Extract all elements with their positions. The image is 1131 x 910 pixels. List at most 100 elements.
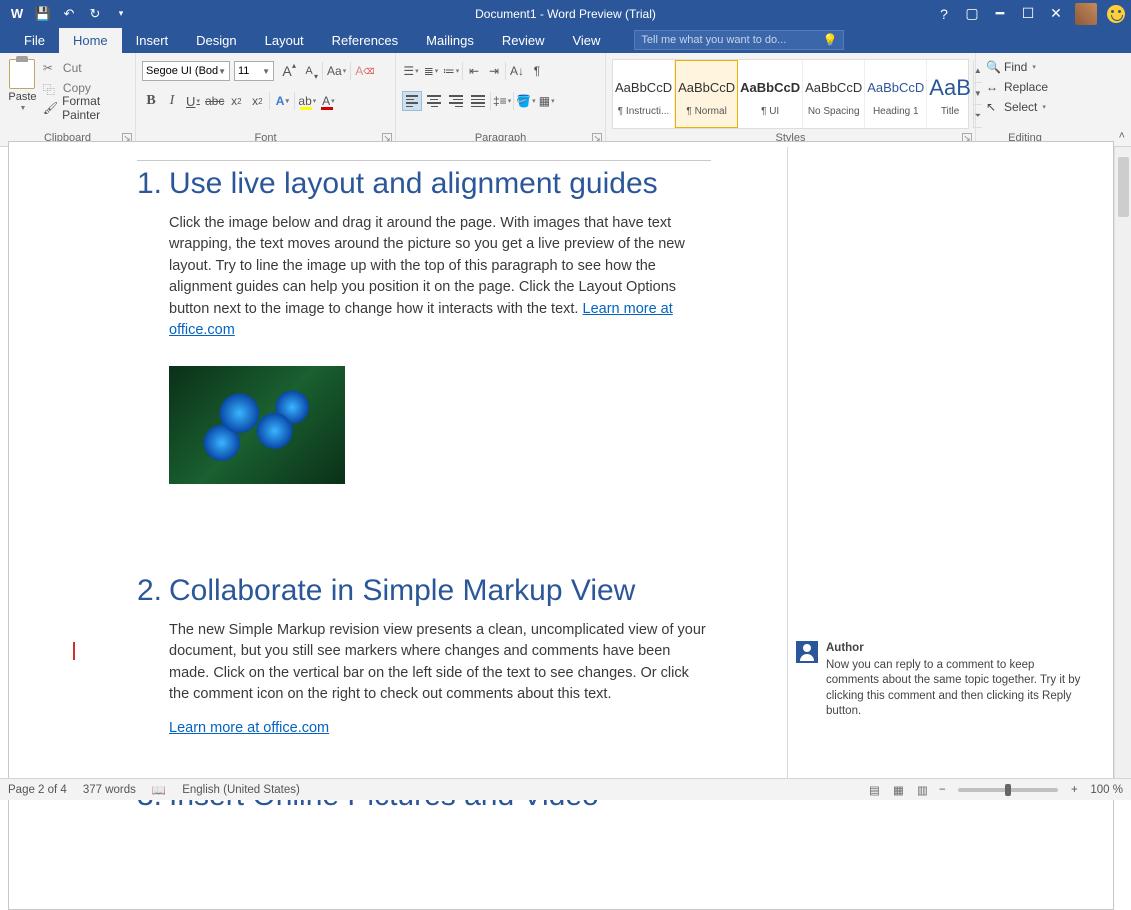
read-mode-button[interactable]: ▤	[862, 781, 886, 799]
shrink-font-button[interactable]: A▾	[300, 61, 318, 81]
tab-review[interactable]: Review	[488, 28, 559, 53]
tell-me-placeholder: Tell me what you want to do...	[641, 34, 786, 46]
font-size-combo[interactable]: 11▼	[234, 61, 274, 81]
tab-references[interactable]: References	[318, 28, 412, 53]
tell-me-search[interactable]: Tell me what you want to do... 💡	[634, 30, 844, 50]
style-instructions[interactable]: AaBbCcD¶ Instructi...	[613, 60, 675, 128]
tab-insert[interactable]: Insert	[122, 28, 183, 53]
minimize-button[interactable]: ━	[987, 3, 1013, 25]
save-button[interactable]: 💾	[32, 3, 54, 25]
group-styles: AaBbCcD¶ Instructi... AaBbCcD¶ Normal Aa…	[606, 53, 976, 146]
vertical-scrollbar[interactable]	[1114, 147, 1131, 778]
redo-button[interactable]: ↻	[84, 3, 106, 25]
zoom-in-button[interactable]: +	[1066, 784, 1082, 796]
cut-button[interactable]: ✂Cut	[43, 59, 129, 77]
language-indicator[interactable]: English (United States)	[182, 784, 300, 796]
proofing-button[interactable]: 📖	[152, 783, 166, 797]
tab-layout[interactable]: Layout	[251, 28, 318, 53]
tab-mailings[interactable]: Mailings	[412, 28, 488, 53]
style-ui[interactable]: AaBbCcD¶ UI	[738, 60, 803, 128]
tab-design[interactable]: Design	[182, 28, 250, 53]
style-title[interactable]: AaBTitle	[927, 60, 973, 128]
italic-button[interactable]: I	[163, 91, 181, 111]
align-justify-button[interactable]	[468, 91, 488, 111]
decrease-indent-button[interactable]: ⇤	[465, 61, 483, 81]
select-button[interactable]: ↖Select▾	[982, 97, 1068, 117]
zoom-out-button[interactable]: −	[934, 784, 950, 796]
numbering-button[interactable]: ≣▾	[422, 61, 440, 81]
sort-button[interactable]: A↓	[508, 61, 526, 81]
align-center-button[interactable]	[424, 91, 444, 111]
style-no-spacing[interactable]: AaBbCcDNo Spacing	[803, 60, 865, 128]
zoom-slider[interactable]	[958, 788, 1058, 792]
cursor-icon: ↖	[986, 100, 1000, 114]
clear-formatting-button[interactable]: A⌫	[355, 61, 374, 81]
feedback-icon[interactable]	[1107, 5, 1125, 23]
revision-marker[interactable]	[73, 642, 75, 660]
underline-button[interactable]: U▾	[184, 91, 202, 111]
page-indicator[interactable]: Page 2 of 4	[8, 784, 67, 796]
draggable-image[interactable]	[169, 366, 345, 484]
grow-font-button[interactable]: A▴	[278, 61, 296, 81]
line-spacing-button[interactable]: ‡≡▾	[493, 91, 511, 111]
maximize-button[interactable]: ☐	[1015, 3, 1041, 25]
comment-author: Author	[826, 641, 1085, 657]
word-icon[interactable]: W	[6, 3, 28, 25]
section-title: Collaborate in Simple Markup View	[169, 574, 635, 608]
word-count[interactable]: 377 words	[83, 784, 136, 796]
tab-file[interactable]: File	[10, 28, 59, 53]
web-layout-button[interactable]: ▥	[910, 781, 934, 799]
style-normal[interactable]: AaBbCcD¶ Normal	[675, 60, 738, 128]
multilevel-button[interactable]: ≔▾	[442, 61, 460, 81]
change-case-button[interactable]: Aa▾	[327, 61, 346, 81]
zoom-level[interactable]: 100 %	[1090, 784, 1123, 796]
bullets-button[interactable]: ☰▾	[402, 61, 420, 81]
qat-customize[interactable]: ▾	[110, 3, 132, 25]
document-title: Document1 - Word Preview (Trial)	[475, 7, 656, 21]
borders-button[interactable]: ▦▾	[538, 91, 556, 111]
font-color-button[interactable]: A▾	[319, 91, 337, 111]
close-button[interactable]: ✕	[1043, 3, 1069, 25]
group-font: Segoe UI (Body)▼ 11▼ A▴ A▾ Aa▾ A⌫ B I U▾…	[136, 53, 396, 146]
strikethrough-button[interactable]: abc	[205, 91, 224, 111]
find-button[interactable]: 🔍Find▾	[982, 57, 1068, 77]
style-heading1[interactable]: AaBbCcDHeading 1	[865, 60, 927, 128]
show-marks-button[interactable]: ¶	[528, 61, 546, 81]
text-effects-button[interactable]: A▾	[273, 91, 291, 111]
chevron-down-icon: ▼	[218, 67, 226, 76]
ribbon-tabs: File Home Insert Design Layout Reference…	[0, 27, 1131, 53]
print-layout-button[interactable]: ▦	[886, 781, 910, 799]
undo-button[interactable]: ↶	[58, 3, 80, 25]
replace-icon: ↔	[986, 80, 1000, 94]
font-name-combo[interactable]: Segoe UI (Body)▼	[142, 61, 230, 81]
scrollbar-thumb[interactable]	[1118, 157, 1129, 217]
user-avatar[interactable]	[1075, 3, 1097, 25]
book-icon: 📖	[152, 783, 166, 797]
collapse-ribbon-button[interactable]: ˄	[1119, 130, 1125, 142]
horizontal-rule	[137, 160, 711, 161]
ribbon-display-button[interactable]: ▢	[959, 3, 985, 25]
paste-button[interactable]: Paste ▼	[6, 57, 39, 129]
shading-button[interactable]: 🪣▾	[516, 91, 535, 111]
highlight-button[interactable]: ab▾	[298, 91, 316, 111]
quick-access-toolbar: W 💾 ↶ ↻ ▾	[0, 3, 132, 25]
ribbon: Paste ▼ ✂Cut ⿻Copy 🖌Format Painter Clipb…	[0, 53, 1131, 147]
subscript-button[interactable]: x2	[227, 91, 245, 111]
search-icon: 🔍	[986, 60, 1000, 74]
copy-icon: ⿻	[43, 81, 59, 95]
group-editing: 🔍Find▾ ↔Replace ↖Select▾ Editing	[976, 53, 1074, 146]
group-clipboard: Paste ▼ ✂Cut ⿻Copy 🖌Format Painter Clipb…	[0, 53, 136, 146]
learn-more-link[interactable]: Learn more at office.com	[169, 720, 329, 736]
increase-indent-button[interactable]: ⇥	[485, 61, 503, 81]
tab-home[interactable]: Home	[59, 28, 122, 53]
help-button[interactable]: ?	[931, 3, 957, 25]
align-left-button[interactable]	[402, 91, 422, 111]
align-right-button[interactable]	[446, 91, 466, 111]
superscript-button[interactable]: x2	[248, 91, 266, 111]
tab-view[interactable]: View	[558, 28, 614, 53]
replace-button[interactable]: ↔Replace	[982, 77, 1068, 97]
bold-button[interactable]: B	[142, 91, 160, 111]
group-paragraph: ☰▾ ≣▾ ≔▾ ⇤ ⇥ A↓ ¶ ‡≡▾ 🪣▾ ▦▾ Paragraph ↘	[396, 53, 606, 146]
format-painter-button[interactable]: 🖌Format Painter	[43, 99, 129, 117]
comment[interactable]: Author Now you can reply to a comment to…	[796, 641, 1085, 720]
